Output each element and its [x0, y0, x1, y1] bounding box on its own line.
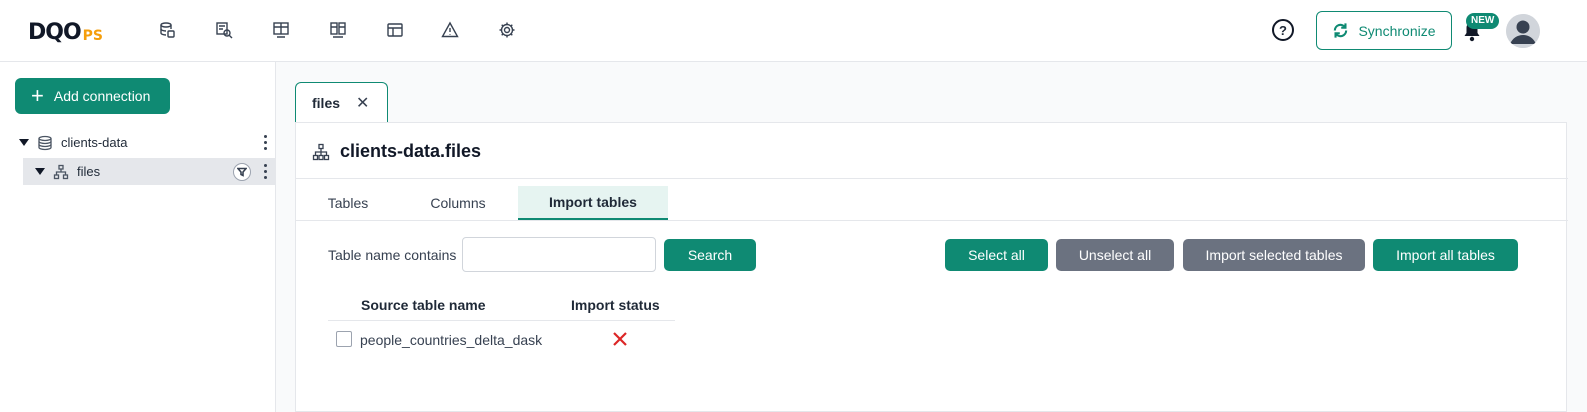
incidents-icon[interactable] — [440, 20, 460, 40]
configuration-icon[interactable] — [497, 20, 517, 40]
select-all-label: Select all — [968, 247, 1025, 263]
table-name-filter-label: Table name contains — [328, 247, 457, 263]
help-icon: ? — [1279, 22, 1287, 38]
search-button[interactable]: Search — [664, 239, 756, 271]
row-checkbox[interactable] — [336, 331, 352, 347]
page-title: clients-data.files — [312, 141, 481, 162]
main-area: files ✕ clients-data.files Tables Column… — [276, 62, 1587, 412]
connection-menu-icon[interactable] — [259, 133, 271, 151]
new-badge: NEW — [1466, 13, 1500, 29]
table-name-filter-input[interactable] — [462, 237, 656, 272]
caret-down-icon[interactable] — [19, 139, 29, 146]
unselect-all-label: Unselect all — [1078, 247, 1152, 263]
synchronize-button[interactable]: Synchronize — [1316, 11, 1452, 50]
sync-icon — [1334, 23, 1348, 38]
table-header-divider — [328, 320, 675, 321]
tab-import-tables[interactable]: Import tables — [518, 186, 668, 220]
data-sources-icon[interactable] — [157, 20, 177, 40]
caret-down-icon[interactable] — [35, 168, 45, 175]
synchronize-label: Synchronize — [1358, 22, 1436, 39]
tab-label: files — [312, 94, 341, 111]
not-imported-icon — [613, 332, 627, 346]
schema-menu-icon[interactable] — [259, 162, 271, 180]
tab-label: Tables — [327, 195, 369, 211]
schema-panel: clients-data.files Tables Columns Import… — [295, 122, 1568, 412]
add-connection-button[interactable]: + Add connection — [15, 78, 170, 114]
tab-tables[interactable]: Tables — [312, 186, 384, 220]
close-tab-icon[interactable]: ✕ — [356, 93, 369, 113]
tab-label: Columns — [430, 195, 486, 211]
column-header-source-table-name: Source table name — [361, 297, 486, 313]
partition-checks-icon[interactable] — [328, 20, 348, 40]
tree-item-label: clients-data — [61, 135, 128, 150]
sidebar: + Add connection clients-data files — [0, 62, 276, 412]
import-all-tables-button[interactable]: Import all tables — [1373, 239, 1518, 271]
dqops-logo[interactable]: DQO PS — [28, 17, 103, 45]
monitoring-checks-icon[interactable] — [271, 20, 291, 40]
tab-label: Import tables — [549, 194, 637, 210]
unselect-all-button[interactable]: Unselect all — [1056, 239, 1174, 271]
schema-icon — [53, 164, 69, 179]
schema-icon — [312, 143, 330, 160]
help-button[interactable]: ? — [1272, 19, 1294, 41]
import-selected-label: Import selected tables — [1205, 247, 1343, 263]
tree-item-clients-data[interactable]: clients-data — [19, 129, 276, 156]
tab-columns[interactable]: Columns — [416, 186, 500, 220]
import-all-label: Import all tables — [1396, 247, 1495, 263]
import-selected-tables-button[interactable]: Import selected tables — [1183, 239, 1365, 271]
tab-files[interactable]: files ✕ — [295, 82, 388, 122]
divider — [296, 220, 1568, 221]
add-connection-label: Add connection — [53, 88, 151, 104]
tree-item-label: files — [77, 164, 101, 179]
top-bar: DQO PS ? Synchronize NEW — [0, 0, 1587, 62]
logo-suffix-text: PS — [82, 28, 104, 44]
plus-icon: + — [31, 83, 44, 108]
filter-icon[interactable] — [233, 163, 251, 181]
tree-item-files[interactable]: files — [23, 158, 276, 185]
database-icon — [38, 135, 52, 150]
search-button-label: Search — [687, 247, 733, 263]
data-quality-dashboards-icon[interactable] — [385, 20, 405, 40]
divider — [296, 178, 1568, 179]
source-table-name-cell: people_countries_delta_dask — [360, 332, 543, 348]
data-profiling-icon[interactable] — [214, 20, 234, 40]
page-title-text: clients-data.files — [340, 141, 482, 161]
select-all-button[interactable]: Select all — [945, 239, 1048, 271]
user-avatar[interactable] — [1506, 14, 1540, 48]
column-header-import-status: Import status — [571, 297, 660, 313]
logo-main-text: DQO — [28, 20, 82, 45]
